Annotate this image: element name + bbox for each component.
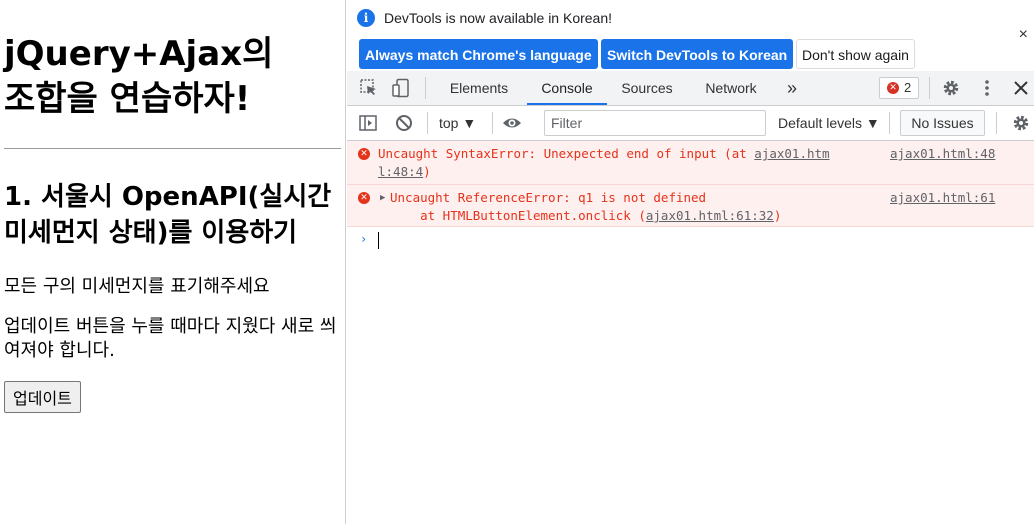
- filter-input[interactable]: [544, 110, 766, 136]
- toolbar-divider: [425, 77, 426, 99]
- always-match-language-button[interactable]: Always match Chrome's language: [359, 39, 598, 69]
- error-inline-link[interactable]: ajax01.htm: [754, 146, 829, 161]
- error-icon: ✕: [887, 82, 899, 94]
- gear-icon[interactable]: [941, 78, 961, 98]
- error-source-link[interactable]: ajax01.html:48: [890, 145, 995, 163]
- tab-console[interactable]: Console: [527, 71, 607, 105]
- page-title: jQuery+Ajax의 조합을 연습하자!: [4, 34, 274, 119]
- context-selector[interactable]: top ▼: [439, 115, 476, 131]
- console-error-message: ✕ Uncaught SyntaxError: Unexpected end o…: [347, 141, 1034, 185]
- stack-trace-line: at HTMLButtonElement.onclick (ajax01.htm…: [390, 207, 781, 225]
- error-count: 2: [904, 80, 912, 95]
- toolbar-divider: [929, 77, 930, 99]
- stack-trace-link[interactable]: ajax01.html:61:32: [646, 208, 774, 223]
- error-message-text: Uncaught SyntaxError: Unexpected end of …: [378, 146, 755, 161]
- devtools-panel: i DevTools is now available in Korean! ×…: [347, 0, 1034, 524]
- console-prompt-icon: ›: [360, 232, 368, 246]
- infobar-message: DevTools is now available in Korean!: [384, 10, 613, 26]
- expand-triangle-icon[interactable]: ▶: [380, 189, 385, 207]
- tab-sources[interactable]: Sources: [611, 71, 683, 105]
- error-source-link[interactable]: ajax01.html:61: [890, 189, 995, 207]
- language-infobar: i DevTools is now available in Korean! ×…: [347, 0, 1034, 71]
- sidebar-toggle-icon[interactable]: [358, 113, 378, 133]
- stack-trace-text: at HTMLButtonElement.onclick (: [390, 208, 646, 223]
- inspect-element-icon[interactable]: [359, 78, 379, 98]
- section-heading: 1. 서울시 OpenAPI(실시간 미세먼지 상태)를 이용하기: [4, 182, 332, 248]
- toolbar-divider: [996, 112, 997, 134]
- toolbar-divider: [492, 112, 493, 134]
- error-text-continued: l:48:4): [378, 163, 431, 181]
- description-text: 모든 구의 미세먼지를 표기해주세요: [4, 276, 270, 297]
- console-input-caret[interactable]: [378, 232, 379, 249]
- close-icon[interactable]: ×: [1019, 26, 1028, 44]
- error-inline-link-cont[interactable]: l:48:4: [378, 164, 423, 179]
- web-page: jQuery+Ajax의 조합을 연습하자! 1. 서울시 OpenAPI(실시…: [0, 0, 346, 524]
- console-filterbar: top ▼ Default levels ▼ No Issues: [347, 106, 1034, 141]
- error-icon: ✕: [358, 148, 370, 160]
- divider: [4, 148, 341, 149]
- instruction-text: 업데이트 버튼을 누를 때마다 지웠다 새로 씌여져야 합니다.: [4, 316, 337, 361]
- info-icon: i: [357, 9, 375, 27]
- error-count-badge[interactable]: ✕ 2: [879, 77, 919, 99]
- devtools-tabbar: Elements Console Sources Network » ✕ 2: [347, 71, 1034, 106]
- tab-elements[interactable]: Elements: [439, 71, 519, 105]
- toolbar-divider: [427, 112, 428, 134]
- issues-button[interactable]: No Issues: [900, 110, 985, 136]
- clear-console-icon[interactable]: [394, 113, 414, 133]
- kebab-menu-icon[interactable]: [977, 78, 997, 98]
- error-message-close: ): [423, 164, 431, 179]
- console-error-message: ✕ ▶ Uncaught ReferenceError: q1 is not d…: [347, 185, 1034, 227]
- stack-trace-close: ): [773, 208, 782, 223]
- update-button[interactable]: 업데이트: [4, 381, 81, 413]
- toolbar-divider: [889, 112, 890, 134]
- dont-show-again-button[interactable]: Don't show again: [796, 39, 915, 69]
- eye-icon[interactable]: [502, 113, 522, 133]
- tab-network[interactable]: Network: [693, 71, 769, 105]
- device-toolbar-icon[interactable]: [391, 78, 411, 98]
- console-settings-icon[interactable]: [1011, 113, 1031, 133]
- more-tabs-icon[interactable]: »: [779, 71, 805, 105]
- error-text: Uncaught ReferenceError: q1 is not defin…: [390, 190, 707, 205]
- error-text: Uncaught SyntaxError: Unexpected end of …: [378, 145, 830, 163]
- close-devtools-icon[interactable]: [1011, 78, 1031, 98]
- error-icon: ✕: [358, 192, 370, 204]
- switch-to-korean-button[interactable]: Switch DevTools to Korean: [601, 39, 794, 69]
- log-levels-dropdown[interactable]: Default levels ▼: [778, 115, 880, 131]
